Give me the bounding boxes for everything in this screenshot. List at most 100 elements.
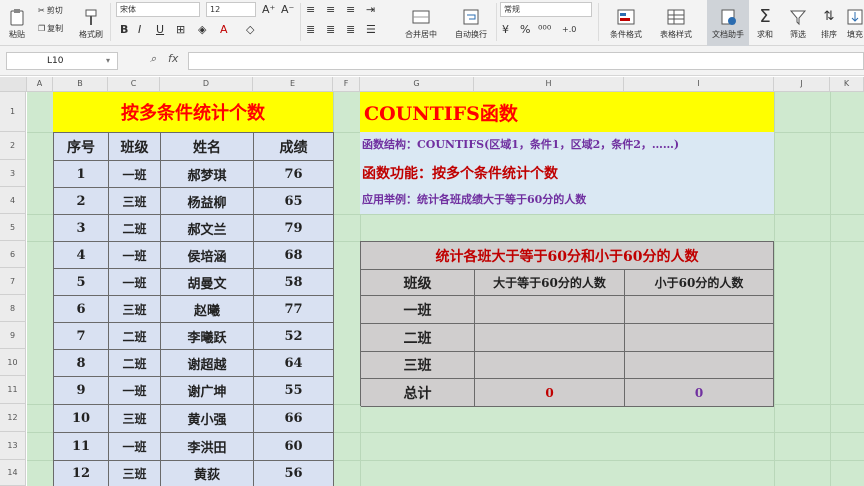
- left-table-cell-class[interactable]: 一班: [109, 433, 161, 461]
- left-table-cell-class[interactable]: 三班: [109, 405, 161, 433]
- left-table-cell-class[interactable]: 一班: [109, 161, 161, 188]
- left-table-cell-score[interactable]: 60: [254, 433, 334, 461]
- summary-total-lt60[interactable]: 0: [625, 379, 774, 407]
- summary-header-ge60[interactable]: 大于等于60分的人数: [475, 269, 625, 296]
- row-header[interactable]: 12: [0, 404, 26, 432]
- left-table-cell-score[interactable]: 64: [254, 350, 334, 377]
- row-header[interactable]: 11: [0, 376, 26, 404]
- left-table-cell-class[interactable]: 一班: [109, 377, 161, 405]
- summary-total-ge60[interactable]: 0: [475, 379, 625, 407]
- summary-class-cell[interactable]: 三班: [361, 352, 475, 379]
- merge-center-button[interactable]: 合并居中: [396, 0, 446, 40]
- column-header[interactable]: D: [160, 77, 253, 92]
- font-size-select[interactable]: 12: [206, 2, 256, 17]
- column-header[interactable]: F: [333, 77, 360, 92]
- info-structure[interactable]: 函数结构：COUNTIFS(区域1，条件1，区域2，条件2，……): [362, 136, 776, 152]
- row-header[interactable]: 7: [0, 268, 26, 295]
- column-header[interactable]: H: [474, 77, 624, 92]
- left-table-cell-name[interactable]: 谢广坤: [161, 377, 254, 405]
- left-table-cell-name[interactable]: 黄小强: [161, 405, 254, 433]
- left-table-cell-class[interactable]: 一班: [109, 269, 161, 296]
- border-icon[interactable]: ⊞: [176, 23, 185, 37]
- column-header[interactable]: C: [108, 77, 160, 92]
- zoom-icon[interactable]: ⌕: [150, 52, 156, 66]
- align-right-icon[interactable]: ≣: [346, 23, 355, 37]
- thousands-icon[interactable]: ⁰⁰⁰: [538, 23, 551, 37]
- left-table-cell-score[interactable]: 56: [254, 461, 334, 486]
- left-table-cell-score[interactable]: 55: [254, 377, 334, 405]
- align-bottom-icon[interactable]: ≡: [346, 3, 355, 17]
- summary-class-cell[interactable]: 二班: [361, 324, 475, 352]
- align-left-icon[interactable]: ≣: [306, 23, 315, 37]
- align-top-icon[interactable]: ≡: [306, 3, 315, 17]
- left-table-cell-seq[interactable]: 3: [54, 215, 109, 242]
- left-table-cell-name[interactable]: 杨益柳: [161, 188, 254, 215]
- column-header[interactable]: J: [774, 77, 830, 92]
- row-header[interactable]: 13: [0, 432, 26, 460]
- column-header[interactable]: E: [253, 77, 333, 92]
- left-table-cell-seq[interactable]: 4: [54, 242, 109, 269]
- left-table-cell-score[interactable]: 66: [254, 405, 334, 433]
- fx-icon[interactable]: fx: [168, 52, 178, 65]
- decrease-font-icon[interactable]: A⁻: [281, 3, 294, 17]
- row-header[interactable]: 3: [0, 160, 26, 187]
- summary-header-class[interactable]: 班级: [361, 269, 475, 296]
- left-table-cell-name[interactable]: 郝文兰: [161, 215, 254, 242]
- font-name-select[interactable]: 宋体: [116, 2, 200, 17]
- increase-decimal-icon[interactable]: +.0: [562, 23, 576, 37]
- number-format-select[interactable]: 常规: [500, 2, 592, 17]
- select-all-corner[interactable]: [0, 77, 27, 92]
- underline-icon[interactable]: U: [156, 23, 164, 37]
- row-header[interactable]: 8: [0, 295, 26, 322]
- percent-icon[interactable]: %: [520, 23, 530, 37]
- left-table-header-score[interactable]: 成绩: [254, 133, 334, 161]
- chevron-down-icon[interactable]: ▾: [106, 54, 110, 68]
- left-table-header-seq[interactable]: 序号: [54, 133, 109, 161]
- name-box[interactable]: L10: [6, 52, 118, 70]
- copy-button[interactable]: ❐ 复制: [38, 21, 63, 35]
- clear-format-icon[interactable]: ◇: [246, 23, 254, 37]
- left-table-cell-name[interactable]: 赵曦: [161, 296, 254, 323]
- summary-ge60-cell[interactable]: [475, 352, 625, 379]
- font-color-icon[interactable]: A: [220, 23, 228, 37]
- justify-icon[interactable]: ☰: [366, 23, 376, 37]
- summary-ge60-cell[interactable]: [475, 296, 625, 324]
- align-center-icon[interactable]: ≣: [326, 23, 335, 37]
- conditional-format-button[interactable]: 条件格式: [604, 0, 648, 40]
- wrap-text-button[interactable]: 自动换行: [446, 0, 496, 40]
- left-table-cell-seq[interactable]: 7: [54, 323, 109, 350]
- info-title[interactable]: COUNTIFS函数: [360, 92, 774, 132]
- summary-lt60-cell[interactable]: [625, 296, 774, 324]
- left-table-cell-score[interactable]: 68: [254, 242, 334, 269]
- left-table-cell-seq[interactable]: 2: [54, 188, 109, 215]
- row-header[interactable]: 6: [0, 241, 26, 268]
- summary-lt60-cell[interactable]: [625, 324, 774, 352]
- left-table-cell-name[interactable]: 胡曼文: [161, 269, 254, 296]
- format-painter-button[interactable]: 格式刷: [76, 0, 106, 40]
- row-header[interactable]: 1: [0, 92, 26, 132]
- left-table-cell-seq[interactable]: 5: [54, 269, 109, 296]
- row-header[interactable]: 14: [0, 460, 26, 486]
- left-table-cell-class[interactable]: 一班: [109, 242, 161, 269]
- doc-assistant-button[interactable]: 文档助手: [707, 0, 749, 40]
- left-table-cell-name[interactable]: 侯培涵: [161, 242, 254, 269]
- left-table-cell-score[interactable]: 52: [254, 323, 334, 350]
- left-table-cell-name[interactable]: 谢超越: [161, 350, 254, 377]
- fill-color-icon[interactable]: ◈: [198, 23, 206, 37]
- left-table-cell-class[interactable]: 三班: [109, 188, 161, 215]
- italic-icon[interactable]: I: [138, 23, 141, 37]
- filter-button[interactable]: 筛选: [784, 0, 812, 40]
- info-function[interactable]: 函数功能：按多个条件统计个数: [362, 163, 776, 183]
- left-table-header-class[interactable]: 班级: [109, 133, 161, 161]
- summary-total-label[interactable]: 总计: [361, 379, 475, 407]
- paste-button[interactable]: 粘贴: [4, 0, 30, 40]
- formula-input[interactable]: [188, 52, 864, 70]
- info-example[interactable]: 应用举例：统计各班成绩大于等于60分的人数: [362, 191, 776, 207]
- left-table-cell-seq[interactable]: 12: [54, 461, 109, 486]
- row-header[interactable]: 5: [0, 214, 26, 241]
- left-table-cell-score[interactable]: 58: [254, 269, 334, 296]
- left-table-cell-score[interactable]: 65: [254, 188, 334, 215]
- left-table-cell-seq[interactable]: 8: [54, 350, 109, 377]
- row-header[interactable]: 10: [0, 349, 26, 376]
- left-table-cell-name[interactable]: 郝梦琪: [161, 161, 254, 188]
